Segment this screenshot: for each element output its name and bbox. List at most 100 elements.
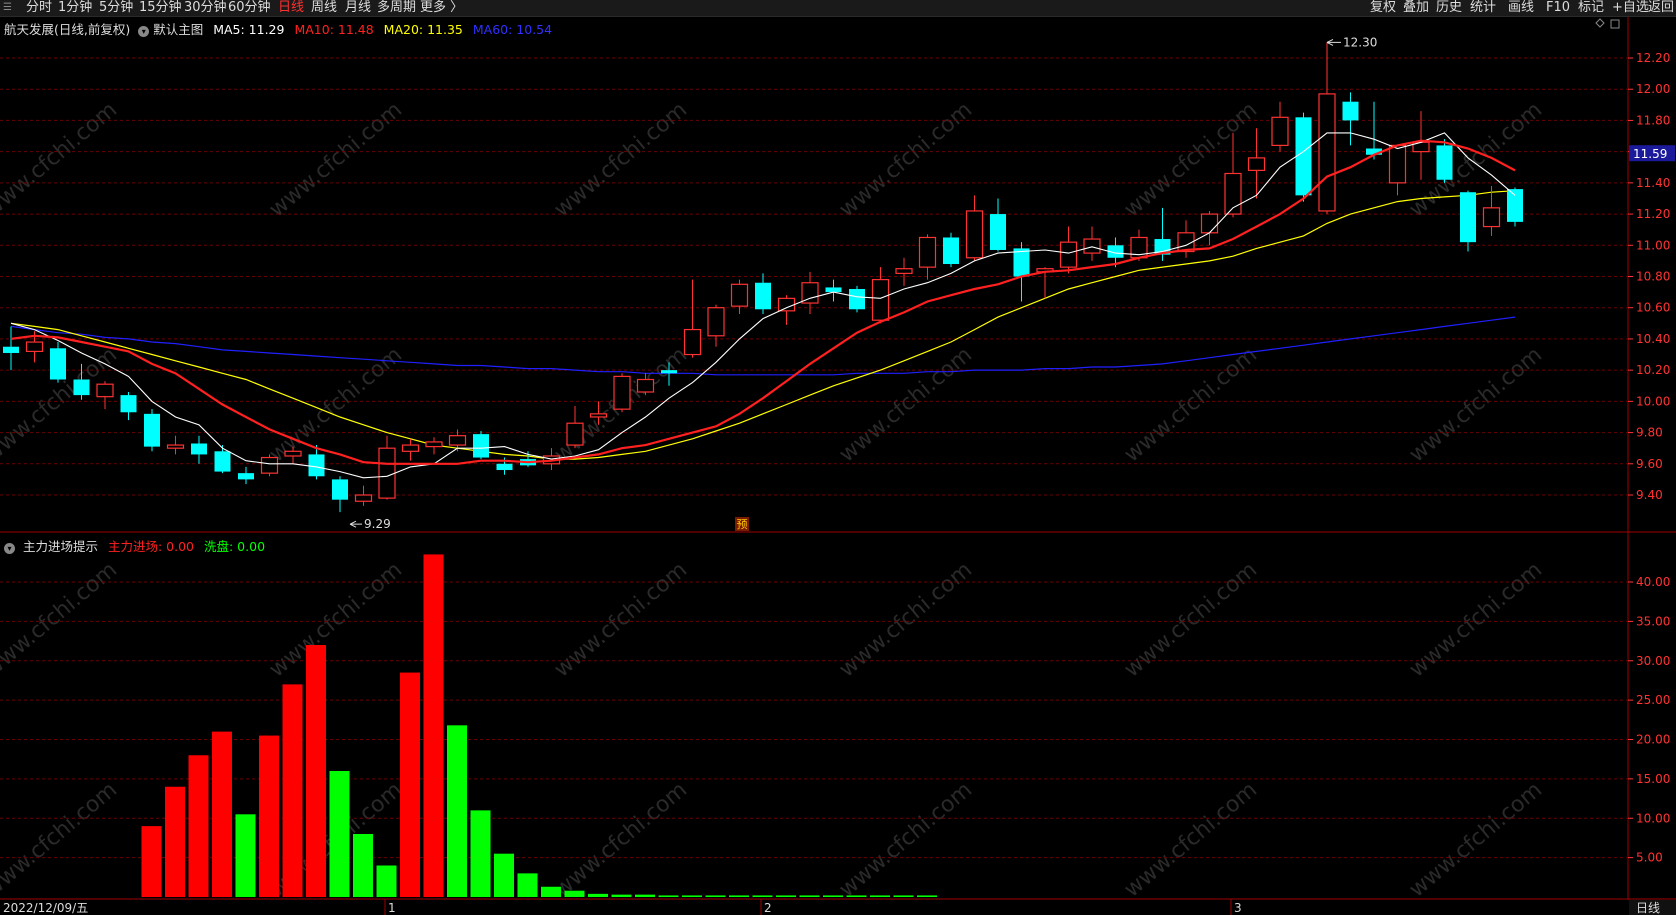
toolbar-button[interactable]: +自选 [1612, 0, 1649, 16]
main-chart-header: 航天发展(日线,前复权) ▾ 默认主图 MA5: 11.29 MA10: 11.… [4, 19, 552, 38]
wash-bar [752, 895, 773, 897]
month-label: 2 [764, 901, 772, 915]
candle-body-up [965, 210, 984, 259]
candle-body-up [1083, 238, 1101, 254]
candle-body-up [613, 375, 631, 410]
period-tab[interactable]: 日线 [278, 0, 304, 16]
candle-body-up [918, 236, 937, 268]
period-label: 日线 [1636, 901, 1660, 915]
candle-body-up [448, 435, 467, 446]
price-tick-label: 10.80 [1636, 270, 1670, 284]
price-tick-label: 11.20 [1636, 207, 1670, 221]
indicator-tick-label: 40.00 [1636, 575, 1670, 589]
toolbar-button[interactable]: 统计 [1470, 0, 1496, 16]
period-tab[interactable]: 30分钟 [184, 0, 227, 16]
candle-body-down [943, 237, 959, 265]
wash-bar [235, 814, 256, 897]
period-tab[interactable]: 分时 [26, 0, 52, 16]
candle-body-up [378, 447, 396, 499]
candle-body-down [1013, 248, 1030, 277]
price-tick-label: 12.20 [1636, 51, 1670, 65]
candle-body-up [1247, 157, 1266, 171]
sub-chart-header: ▾ 主力进场提示 主力进场: 0.00 洗盘: 0.00 [4, 536, 265, 555]
toolbar-button[interactable]: 画线 [1508, 0, 1534, 16]
wash-bar [917, 895, 937, 897]
candle-body-down [1342, 101, 1359, 121]
candle-body-up [1200, 213, 1219, 234]
toolbar-button[interactable]: 复权 [1370, 0, 1396, 16]
indicator-tick-label: 5.00 [1636, 851, 1663, 865]
price-tick-label: 9.80 [1636, 426, 1663, 440]
candle-body-up [871, 279, 890, 321]
indicator-tick-label: 35.00 [1636, 614, 1670, 628]
toolbar-button[interactable]: 历史 [1436, 0, 1462, 16]
wash-bar [823, 895, 843, 897]
low-price-label: 9.29 [364, 517, 391, 531]
candle-body-down [73, 379, 90, 396]
candle-body-down [214, 451, 231, 472]
candle-body-down [473, 434, 489, 458]
wash-bar [705, 895, 726, 897]
price-tick-label: 10.20 [1636, 363, 1670, 377]
price-tick-label: 10.40 [1636, 332, 1670, 346]
month-label: 3 [1234, 901, 1242, 915]
wash-bar [846, 895, 867, 897]
toolbar-button[interactable]: 标记 [1578, 0, 1604, 16]
candle-body-down [308, 454, 325, 477]
candle-body-up [895, 268, 913, 274]
main-force-bar [141, 826, 162, 897]
period-tab[interactable]: 1分钟 [58, 0, 92, 16]
candle-body-down [496, 463, 513, 471]
stock-name[interactable]: 航天发展(日线,前复权) [4, 22, 130, 37]
candle-body-down [3, 346, 19, 353]
price-tick-label: 11.80 [1636, 113, 1670, 127]
period-tab[interactable]: 5分钟 [99, 0, 133, 16]
ma60-label: MA60: 10.54 [472, 22, 553, 37]
wash-bar [329, 771, 350, 897]
period-tab[interactable]: 月线 [345, 0, 371, 16]
month-label: 1 [388, 901, 396, 915]
candle-body-up [354, 494, 373, 502]
indicator-dropdown-icon[interactable]: ▾ [4, 543, 15, 554]
candle-body-up [1318, 93, 1336, 212]
template-dropdown-icon[interactable]: ▾ [138, 26, 150, 37]
price-tick-label: 9.60 [1636, 457, 1663, 471]
candle-body-down [661, 370, 677, 374]
wash-bar [870, 895, 890, 897]
price-tick-label: 9.40 [1636, 488, 1663, 502]
candle-body-up [166, 444, 185, 449]
wash-bar [729, 895, 749, 897]
toolbar-button[interactable]: 返回 [1648, 0, 1674, 16]
period-tab[interactable]: 更多 〉 [420, 0, 463, 16]
indicator-tick-label: 10.00 [1636, 811, 1670, 825]
main-force-bar [188, 755, 209, 897]
candle-body-down [849, 288, 865, 310]
candle-body-down [332, 479, 348, 500]
menu-icon[interactable]: ☰ [3, 0, 12, 16]
main-force-label: 主力进场: 0.00 [107, 539, 195, 554]
wash-bar [658, 895, 679, 897]
indicator-name[interactable]: 主力进场提示 [23, 539, 98, 554]
period-tab[interactable]: 周线 [311, 0, 337, 16]
price-tick-label: 11.40 [1636, 176, 1670, 190]
candle-body-down [144, 413, 160, 447]
toolbar-button[interactable]: F10 [1546, 0, 1570, 16]
ma20-label: MA20: 11.35 [383, 22, 463, 37]
date-label: 2022/12/09/五 [3, 901, 88, 915]
template-name[interactable]: 默认主图 [153, 22, 203, 37]
period-tab[interactable]: 多周期 [377, 0, 416, 16]
price-tick-label: 11.00 [1636, 238, 1670, 252]
wash-bar [893, 895, 914, 897]
indicator-tick-label: 30.00 [1636, 654, 1670, 668]
wash-bar [682, 895, 702, 897]
toolbar-button[interactable]: 叠加 [1403, 0, 1429, 16]
indicator-tick-label: 15.00 [1636, 772, 1670, 786]
candle-body-up [284, 450, 302, 457]
candle-body-down [990, 214, 1006, 250]
main-force-bar [165, 786, 185, 897]
wash-bar [588, 893, 608, 897]
wash-bar [447, 725, 467, 897]
period-tab[interactable]: 60分钟 [228, 0, 271, 16]
candle-body-down [120, 395, 137, 413]
period-tab[interactable]: 15分钟 [139, 0, 182, 16]
